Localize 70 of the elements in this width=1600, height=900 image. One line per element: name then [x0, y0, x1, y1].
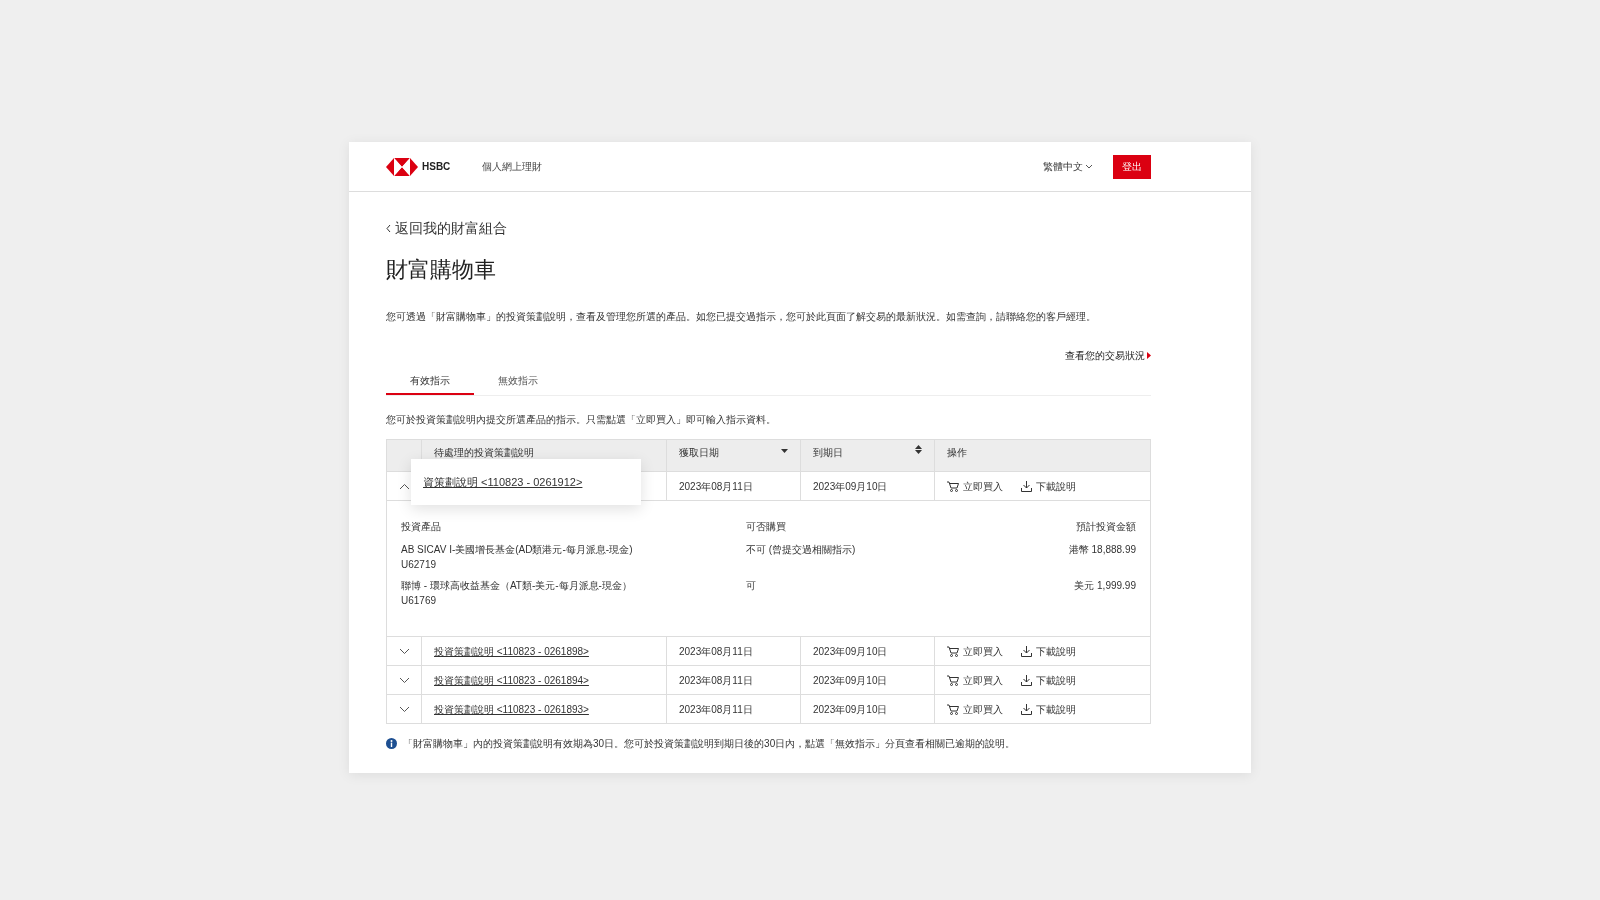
availability-text: 不可 (曾提交過相關指示): [746, 544, 856, 556]
plan-link[interactable]: 投資策劃說明 <110823 - 0261893>: [434, 701, 589, 717]
tab[interactable]: 無效指示: [474, 367, 562, 396]
availability-text: 可: [746, 580, 756, 592]
sort-descending-icon: [781, 449, 788, 454]
cart-icon: [947, 703, 959, 715]
download-icon: [1021, 703, 1032, 715]
cart-icon: [947, 674, 959, 686]
date-cell-text: 2023年08月11日: [679, 673, 753, 688]
date-cell-text: 2023年09月10日: [813, 644, 888, 659]
amount-text: 美元 1,999.99: [1074, 580, 1136, 592]
chevron-down-icon: [398, 676, 410, 684]
cart-icon: [947, 645, 959, 657]
caret-right-icon: [1147, 352, 1151, 360]
cart-icon: [947, 480, 959, 492]
product-name: AB SICAV I-美國增長基金(AD類港元-每月派息-現金): [401, 543, 634, 558]
chevron-down-icon: [1085, 164, 1093, 169]
date-cell-text: 2023年09月10日: [813, 702, 888, 717]
plan-link[interactable]: 投資策劃說明 <110823 - 0261894>: [434, 672, 589, 688]
column-label: 投資產品: [401, 520, 442, 535]
download-icon: [1021, 480, 1032, 492]
page-title: 財富購物車: [386, 257, 497, 284]
product-code: U61769: [401, 594, 438, 609]
sort-icon: [915, 445, 922, 455]
chevron-down-icon: [398, 705, 410, 713]
instruction-text: 您可於投資策劃說明內提交所選產品的指示。只需點選「立即買入」即可輸入指示資料。: [386, 413, 777, 428]
column-header: 待處理的投資策劃說明: [434, 446, 534, 461]
back-link[interactable]: 返回我的財富組合: [386, 218, 507, 239]
logo-icon: [386, 157, 418, 176]
column-label: 可否購買: [746, 520, 787, 535]
info-icon: [386, 738, 397, 750]
logout-button[interactable]: 登出: [1113, 154, 1151, 179]
chevron-left-icon: [386, 224, 391, 233]
buy-now-link[interactable]: 立即買入: [947, 478, 1003, 494]
info-note: 「財富購物車」內的投資策劃說明有效期為30日。您可於投資策劃說明到期日後的30日內，點選「無效指示」分頁查看相關已逾期的說明。: [403, 737, 1016, 752]
expand-toggle[interactable]: [398, 482, 410, 490]
plan-link[interactable]: 投資策劃說明 <110823 - 0261898>: [434, 643, 589, 659]
buy-now-link[interactable]: 立即買入: [947, 643, 1003, 659]
column-header: 獲取日期: [679, 446, 719, 461]
brand-name: HSBC: [422, 160, 451, 174]
status-link[interactable]: 查看您的交易狀況: [1065, 348, 1151, 364]
buy-now-link[interactable]: 立即買入: [947, 701, 1003, 717]
tab[interactable]: 有效指示: [386, 367, 474, 396]
plan-link[interactable]: 資策劃說明 <110823 - 0261912>: [423, 474, 583, 491]
date-cell-text: 2023年09月10日: [813, 479, 888, 494]
download-icon: [1021, 674, 1032, 686]
download-link[interactable]: 下載說明: [1021, 478, 1076, 494]
language-selector[interactable]: 繁體中文: [1043, 159, 1093, 174]
download-link[interactable]: 下載說明: [1021, 672, 1076, 688]
intro-text: 您可透過「財富購物車」的投資策劃說明，查看及管理您所選的產品。如您已提交過指示，您可於此頁面了解交易的最新狀況。如需查詢，請聯絡您的客戶經理。: [386, 310, 1097, 325]
download-icon: [1021, 645, 1032, 657]
column-header: 到期日: [813, 446, 843, 461]
buy-now-link[interactable]: 立即買入: [947, 672, 1003, 688]
download-link[interactable]: 下載說明: [1021, 701, 1076, 717]
product-name: 聯博 - 環球高收益基金（AT類-美元-每月派息-現金）: [401, 579, 633, 594]
chevron-down-icon: [398, 647, 410, 655]
date-cell-text: 2023年09月10日: [813, 673, 888, 688]
product-code: U62719: [401, 558, 438, 573]
site-title: 個人網上理財: [482, 160, 543, 174]
expand-toggle[interactable]: [398, 647, 410, 655]
chevron-up-icon: [398, 482, 410, 490]
download-link[interactable]: 下載說明: [1021, 643, 1076, 659]
date-cell-text: 2023年08月11日: [679, 644, 753, 659]
column-header: 操作: [947, 446, 967, 461]
date-cell-text: 2023年08月11日: [679, 702, 753, 717]
column-label: 預計投資金額: [1075, 520, 1136, 535]
expand-toggle[interactable]: [398, 705, 410, 713]
amount-text: 港幣 18,888.99: [1068, 544, 1136, 556]
date-cell-text: 2023年08月11日: [679, 479, 753, 494]
expand-toggle[interactable]: [398, 676, 410, 684]
